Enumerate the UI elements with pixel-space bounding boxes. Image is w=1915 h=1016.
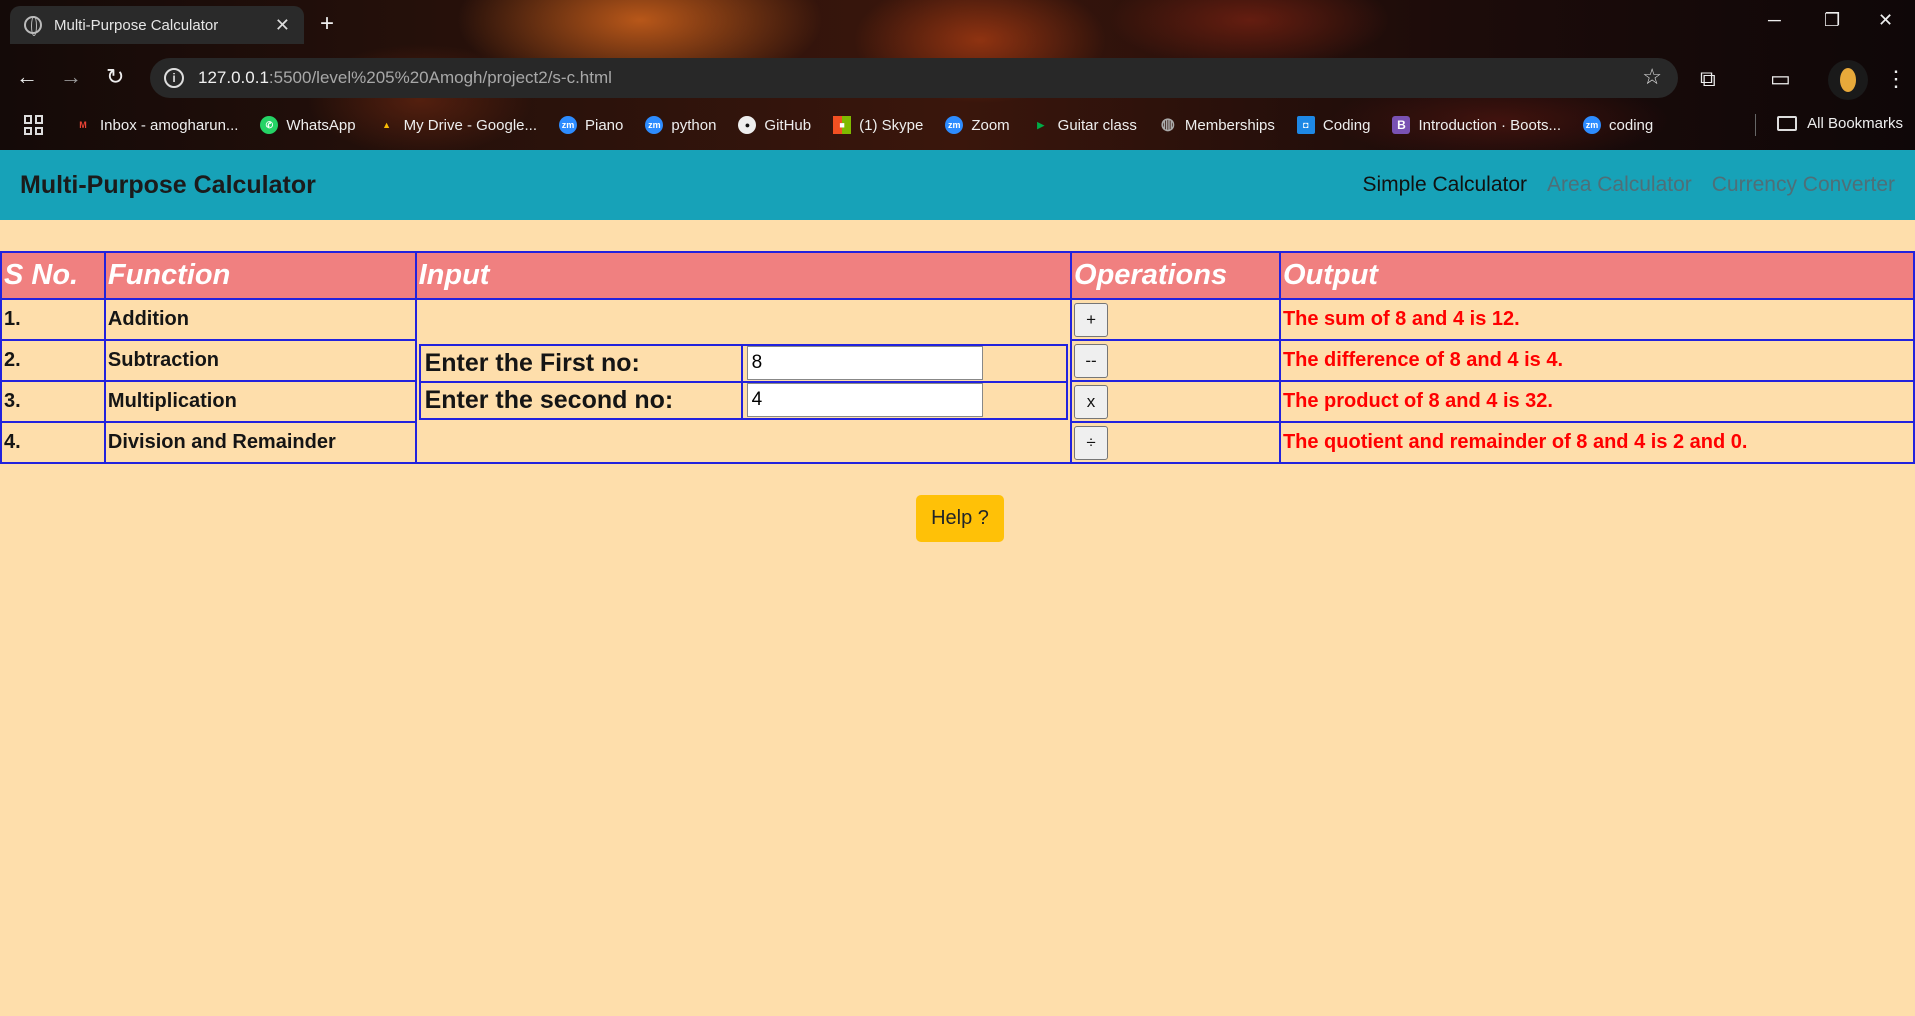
multiply-button[interactable]: x	[1074, 384, 1109, 419]
calculator-table: S No. Function Input Operations Output 1…	[0, 251, 1915, 464]
help-button[interactable]: Help ?	[916, 495, 1004, 542]
bookmark-item[interactable]: zm coding	[1583, 116, 1653, 134]
second-number-cell	[740, 380, 1069, 420]
profile-avatar[interactable]	[1828, 60, 1868, 100]
row-sno: 4.	[0, 421, 106, 464]
site-info-icon[interactable]: i	[164, 68, 184, 88]
add-button[interactable]: +	[1074, 302, 1109, 337]
subtract-button[interactable]: --	[1074, 343, 1109, 378]
row-sno: 1.	[0, 298, 106, 341]
bootstrap-icon: B	[1392, 116, 1411, 134]
folder-icon	[1777, 116, 1798, 131]
cast-icon[interactable]: ▭	[1770, 66, 1791, 92]
second-number-input[interactable]	[746, 383, 983, 417]
brand[interactable]: Multi-Purpose Calculator	[20, 171, 316, 200]
row-output: The quotient and remainder of 8 and 4 is…	[1278, 421, 1915, 464]
gmail-icon: M	[79, 120, 87, 130]
divide-button[interactable]: ÷	[1074, 425, 1109, 460]
bookmark-item[interactable]: B Introduction · Boots...	[1392, 116, 1561, 134]
nav-links: Simple Calculator Area Calculator Curren…	[1362, 173, 1895, 197]
row-output: The sum of 8 and 4 is 12.	[1278, 298, 1915, 341]
table-row: 1. Addition Enter the First no: Enter th…	[0, 298, 1915, 464]
close-tab-icon[interactable]: ✕	[275, 15, 290, 36]
row-output: The product of 8 and 4 is 32.	[1278, 380, 1915, 423]
first-number-cell	[740, 343, 1069, 383]
navbar: Multi-Purpose Calculator Simple Calculat…	[0, 150, 1915, 220]
bookmarks-separator	[1755, 114, 1756, 136]
header-function: Function	[103, 251, 417, 300]
browser-chrome: Multi-Purpose Calculator ✕ + ─ ❐ ✕ ← → ↻…	[0, 0, 1915, 150]
bookmark-item[interactable]: zm Piano	[559, 116, 623, 134]
bookmark-item[interactable]: zm Zoom	[945, 116, 1010, 134]
second-number-row: Enter the second no:	[418, 380, 1069, 420]
bookmark-item[interactable]: ■ (1) Skype	[833, 116, 923, 134]
row-operation: ÷	[1070, 421, 1281, 464]
apps-grid-icon[interactable]	[24, 115, 44, 135]
row-operation: --	[1070, 339, 1281, 382]
first-number-input[interactable]	[746, 346, 983, 380]
globe-icon: ◍	[1160, 116, 1175, 133]
microsoft-icon: ■	[833, 116, 852, 134]
browser-tab[interactable]: Multi-Purpose Calculator ✕	[10, 6, 304, 44]
input-table: Enter the First no: Enter the second no:	[418, 343, 1069, 420]
row-function: Subtraction	[103, 339, 417, 382]
bookmark-item[interactable]: ◘ Coding	[1296, 116, 1370, 134]
bookmark-item[interactable]: zm python	[645, 116, 716, 134]
google-classroom-icon: ◘	[1296, 116, 1315, 134]
bookmark-item[interactable]: ● GitHub	[738, 116, 811, 134]
back-icon[interactable]: ←	[16, 64, 38, 90]
globe-icon	[24, 16, 42, 36]
zoom-icon: zm	[559, 116, 577, 134]
bookmarks-bar: M Inbox - amogharun... ✆ WhatsApp ▲ My Driv…	[0, 110, 1915, 140]
bookmark-item[interactable]: ▲ My Drive - Google...	[378, 116, 537, 134]
reload-icon[interactable]: ↻	[106, 64, 124, 90]
restore-icon[interactable]: ❐	[1824, 10, 1840, 31]
header-operations: Operations	[1070, 251, 1281, 300]
close-window-icon[interactable]: ✕	[1878, 10, 1893, 31]
zoom-icon: zm	[945, 116, 964, 134]
header-input: Input	[414, 251, 1073, 300]
row-function: Division and Remainder	[103, 421, 417, 464]
bookmark-item[interactable]: ◍ Memberships	[1159, 116, 1275, 134]
google-drive-icon: ▲	[382, 120, 392, 130]
header-output: Output	[1278, 251, 1915, 300]
first-number-row: Enter the First no:	[418, 343, 1069, 383]
google-meet-icon: ▶	[1037, 120, 1045, 130]
row-output: The difference of 8 and 4 is 4.	[1278, 339, 1915, 382]
address-bar[interactable]: i 127.0.0.1:5500/level%205%20Amogh/proje…	[150, 58, 1678, 98]
nav-link-currency-converter[interactable]: Currency Converter	[1712, 173, 1895, 197]
table-header-row: S No. Function Input Operations Output	[0, 251, 1915, 300]
whatsapp-icon: ✆	[260, 116, 279, 134]
extensions-icon[interactable]: ⧉	[1700, 66, 1716, 92]
second-number-label: Enter the second no:	[418, 380, 743, 420]
bookmark-item[interactable]: ✆ WhatsApp	[260, 116, 356, 134]
header-sno: S No.	[0, 251, 106, 300]
row-operation: +	[1070, 298, 1281, 341]
row-sno: 2.	[0, 339, 106, 382]
first-number-label: Enter the First no:	[418, 343, 743, 383]
nav-link-area-calculator[interactable]: Area Calculator	[1547, 173, 1692, 197]
github-icon: ●	[738, 116, 757, 134]
zoom-icon: zm	[645, 116, 664, 134]
zoom-icon: zm	[1583, 116, 1602, 134]
row-operation: x	[1070, 380, 1281, 423]
tab-title: Multi-Purpose Calculator	[54, 16, 219, 34]
forward-icon[interactable]: →	[60, 64, 82, 90]
bookmark-item[interactable]: ▶ Guitar class	[1032, 116, 1137, 134]
row-function: Addition	[103, 298, 417, 341]
url-path: :5500/level%205%20Amogh/project2/s-c.htm…	[268, 68, 612, 87]
input-cell: Enter the First no: Enter the second no:	[414, 298, 1073, 464]
new-tab-icon[interactable]: +	[320, 10, 334, 38]
all-bookmarks[interactable]: All Bookmarks	[1777, 115, 1903, 132]
bookmark-star-icon[interactable]: ☆	[1642, 64, 1662, 90]
nav-link-simple-calculator[interactable]: Simple Calculator	[1362, 173, 1527, 197]
bookmark-item[interactable]: M Inbox - amogharun...	[74, 116, 238, 134]
row-sno: 3.	[0, 380, 106, 423]
browser-toolbar: ← → ↻ i 127.0.0.1:5500/level%205%20Amogh…	[0, 56, 1915, 102]
row-function: Multiplication	[103, 380, 417, 423]
menu-icon[interactable]: ⋮	[1885, 66, 1907, 92]
minimize-icon[interactable]: ─	[1768, 10, 1781, 31]
url-host: 127.0.0.1	[198, 68, 269, 87]
